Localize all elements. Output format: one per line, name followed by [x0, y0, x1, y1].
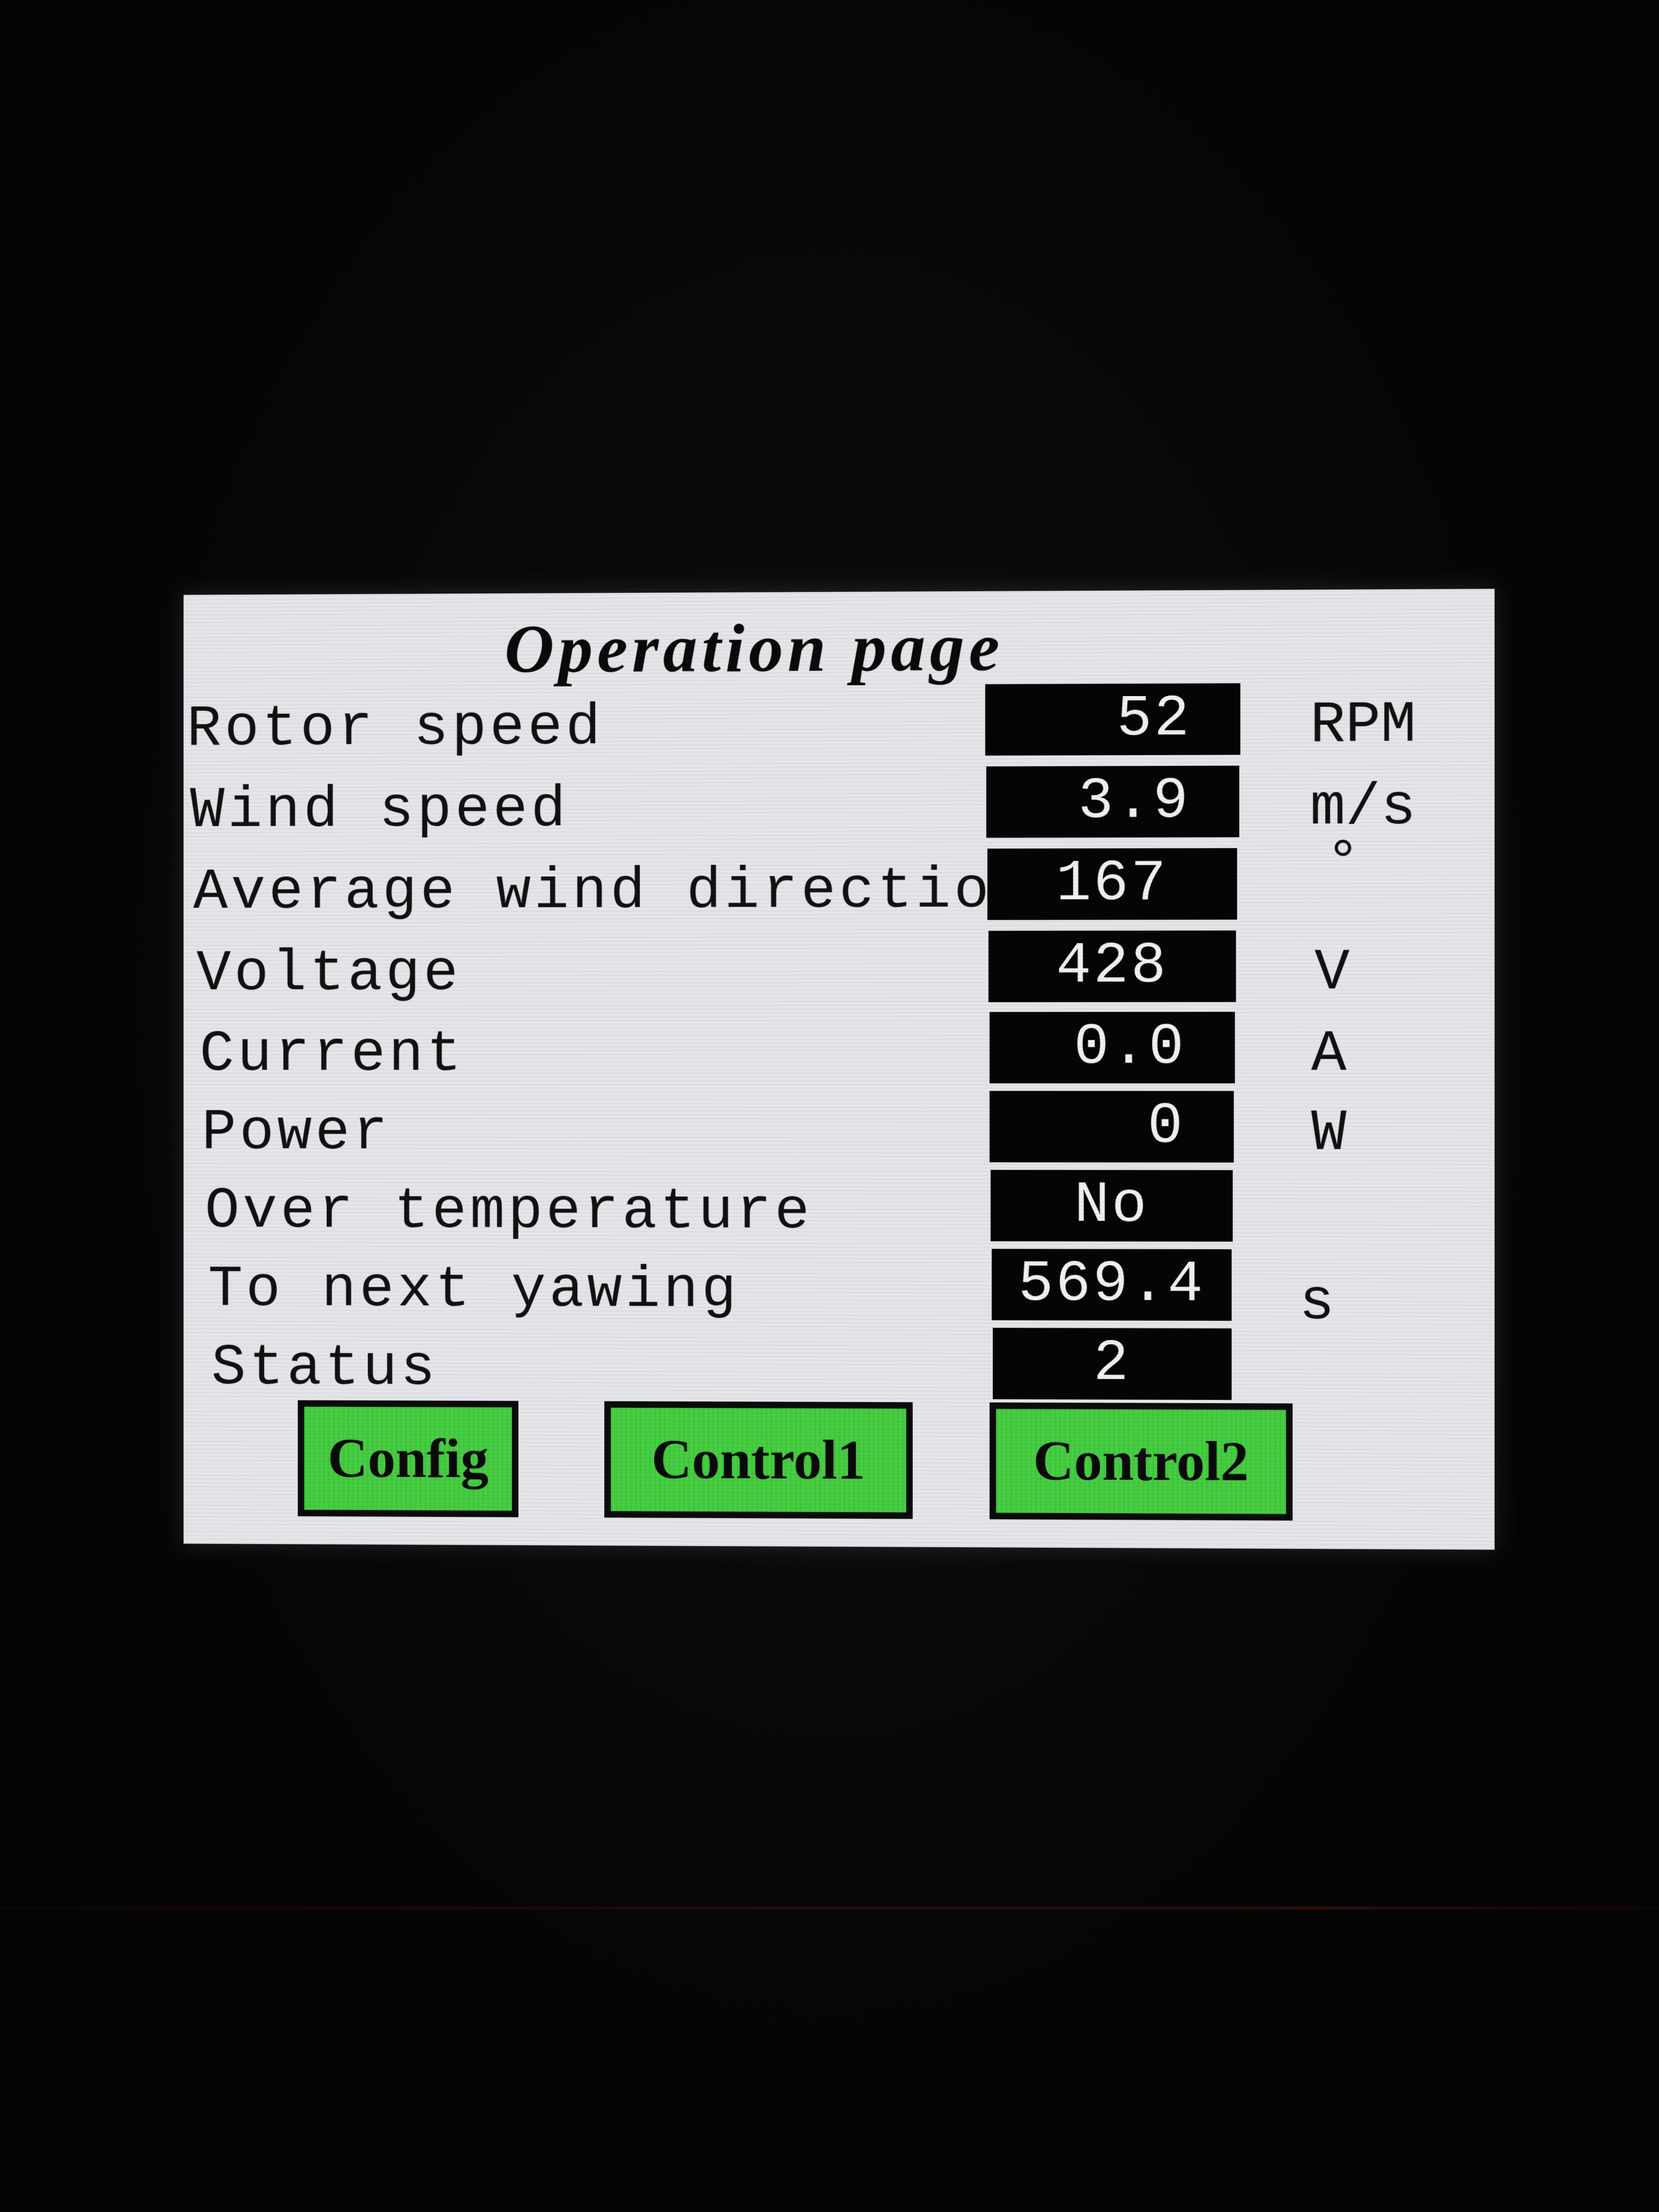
- over-temperature-label: Over temperature: [205, 1178, 813, 1245]
- current-value[interactable]: 0.0: [989, 1011, 1235, 1084]
- average-wind-direction-label: Average wind direction: [193, 858, 1031, 926]
- row-average-wind-direction: Average wind direction 167 °: [184, 831, 1495, 928]
- page-title: Operation page: [504, 608, 1004, 687]
- control1-button[interactable]: Control1: [604, 1401, 913, 1519]
- bezel-edge: [0, 1906, 1659, 1910]
- status-label: Status: [211, 1336, 439, 1402]
- rotor-speed-label: Rotor speed: [186, 695, 604, 763]
- row-power: Power 0 W: [184, 1090, 1495, 1170]
- rotor-speed-unit: RPM: [1310, 692, 1417, 759]
- to-next-yawing-label: To next yawing: [208, 1257, 740, 1324]
- wind-speed-label: Wind speed: [190, 777, 569, 844]
- device-bezel: Operation page Rotor speed 52 RPM Wind s…: [0, 0, 1659, 2212]
- rotor-speed-value[interactable]: 52: [985, 683, 1240, 756]
- row-wind-speed: Wind speed 3.9 m/s: [184, 764, 1495, 847]
- voltage-value[interactable]: 428: [988, 930, 1236, 1002]
- to-next-yawing-value[interactable]: 569.4: [992, 1249, 1232, 1321]
- current-unit: A: [1311, 1021, 1347, 1088]
- hmi-screen: Operation page Rotor speed 52 RPM Wind s…: [183, 589, 1495, 1550]
- row-voltage: Voltage 428 V: [184, 929, 1495, 1010]
- voltage-label: Voltage: [196, 941, 462, 1007]
- to-next-yawing-unit: s: [1299, 1270, 1335, 1337]
- current-label: Current: [199, 1022, 465, 1088]
- config-button[interactable]: Config: [298, 1400, 518, 1518]
- row-rotor-speed: Rotor speed 52 RPM: [184, 681, 1495, 765]
- degree-unit: °: [1325, 830, 1361, 897]
- control2-button[interactable]: Control2: [989, 1402, 1293, 1521]
- row-status: Status 2: [184, 1325, 1495, 1408]
- power-value[interactable]: 0: [989, 1091, 1234, 1163]
- over-temperature-value[interactable]: No: [990, 1170, 1233, 1242]
- power-label: Power: [201, 1100, 391, 1166]
- average-wind-direction-value[interactable]: 167: [987, 848, 1237, 920]
- power-unit: W: [1311, 1101, 1347, 1167]
- status-value[interactable]: 2: [993, 1327, 1232, 1400]
- row-to-next-yawing: To next yawing 569.4 s: [184, 1246, 1495, 1336]
- voltage-unit: V: [1314, 940, 1350, 1007]
- row-over-temperature: Over temperature No: [184, 1168, 1495, 1250]
- row-current: Current 0.0 A: [184, 1010, 1495, 1091]
- wind-speed-value[interactable]: 3.9: [986, 765, 1239, 838]
